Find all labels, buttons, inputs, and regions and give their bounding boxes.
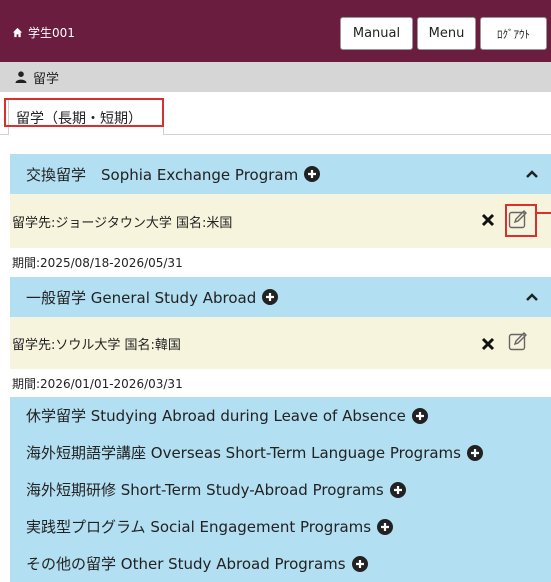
home-icon (12, 27, 23, 38)
program-title: 一般留学 General Study Abroad (26, 288, 257, 307)
program-header-social[interactable]: 実践型プログラム Social Engagement Programs (10, 508, 551, 545)
program-title: 休学留学 Studying Abroad during Leave of Abs… (26, 407, 406, 425)
user-info: 学生001 (12, 24, 75, 41)
top-bar: 学生001 Manual Menu ﾛｸﾞｱｳﾄ (0, 0, 551, 62)
period-text: 期間:2026/01/01-2026/03/31 (12, 376, 183, 391)
plus-circle-icon[interactable] (351, 555, 368, 572)
program-header-general[interactable]: 一般留学 General Study Abroad (10, 277, 551, 317)
program-title: 海外短期研修 Short-Term Study-Abroad Programs (26, 481, 384, 499)
period-text: 期間:2025/08/18-2026/05/31 (12, 256, 183, 270)
menu-button[interactable]: Menu (417, 17, 476, 50)
destination-row: 留学先:ソウル大学 国名:韓国 (10, 317, 551, 369)
close-icon[interactable] (481, 213, 495, 227)
edit-highlight-box (505, 204, 537, 237)
user-name: 学生001 (28, 26, 75, 40)
period-row: 期間:2026/01/01-2026/03/31 (10, 369, 551, 397)
plus-circle-icon[interactable] (411, 407, 428, 424)
plus-circle-icon[interactable] (262, 289, 279, 305)
person-icon (15, 71, 27, 83)
plus-circle-icon[interactable] (389, 481, 406, 498)
chevron-up-icon[interactable] (525, 169, 539, 179)
program-title: 交換留学 Sophia Exchange Program (26, 165, 299, 184)
program-header-other[interactable]: その他の留学 Other Study Abroad Programs (10, 545, 551, 582)
chevron-up-icon[interactable] (525, 292, 539, 302)
program-title: 海外短期語学講座 Overseas Short-Term Language Pr… (26, 444, 461, 462)
section-title: 留学 (33, 71, 60, 87)
destination-text: 留学先:ジョージタウン大学 国名:米国 (12, 215, 233, 231)
tab-bar: 留学（長期・短期） (0, 92, 551, 135)
edit-icon[interactable] (508, 331, 528, 351)
section-header: 留学 (0, 62, 551, 92)
destination-text: 留学先:ソウル大学 国名:韓国 (12, 337, 181, 353)
tab-study-abroad[interactable]: 留学（長期・短期） (8, 99, 164, 135)
plus-circle-icon[interactable] (466, 444, 483, 461)
destination-row: 留学先:ジョージタウン大学 国名:米国 (10, 194, 551, 248)
program-title: 実践型プログラム Social Engagement Programs (26, 518, 372, 536)
program-header-leave[interactable]: 休学留学 Studying Abroad during Leave of Abs… (10, 397, 551, 434)
close-icon[interactable] (481, 337, 495, 351)
program-header-exchange[interactable]: 交換留学 Sophia Exchange Program (10, 154, 551, 194)
callout-line (537, 212, 551, 214)
program-header-language[interactable]: 海外短期語学講座 Overseas Short-Term Language Pr… (10, 434, 551, 471)
plus-circle-icon[interactable] (377, 518, 394, 535)
logout-button[interactable]: ﾛｸﾞｱｳﾄ (480, 17, 547, 50)
program-header-short-term[interactable]: 海外短期研修 Short-Term Study-Abroad Programs (10, 471, 551, 508)
program-title: その他の留学 Other Study Abroad Programs (26, 555, 346, 573)
plus-circle-icon[interactable] (304, 166, 321, 182)
manual-button[interactable]: Manual (340, 17, 413, 50)
period-row: 期間:2025/08/18-2026/05/31 (10, 248, 551, 277)
